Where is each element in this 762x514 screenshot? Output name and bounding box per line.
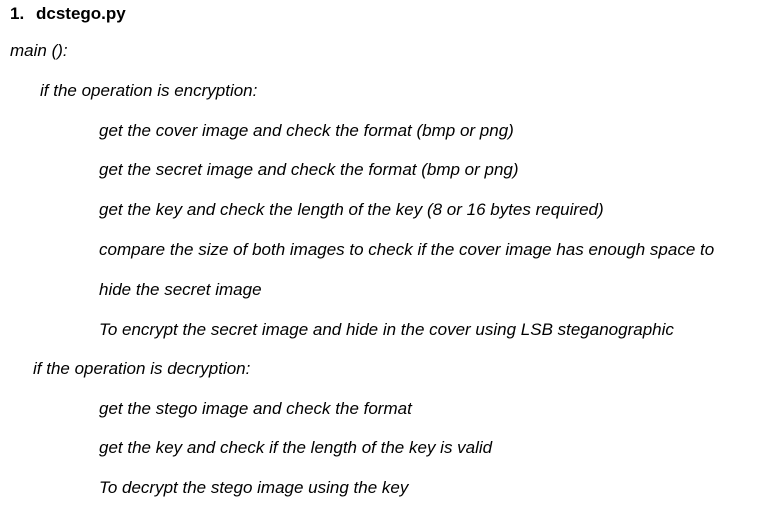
decryption-step-3: To decrypt the stego image using the key bbox=[99, 478, 409, 497]
encryption-step-2: get the secret image and check the forma… bbox=[99, 160, 519, 179]
encryption-step-4-continued: hide the secret image bbox=[99, 280, 262, 299]
section-heading: 1. dcstego.py bbox=[10, 4, 126, 24]
encryption-step-4: compare the size of both images to check… bbox=[99, 240, 715, 259]
main-function-line: main (): bbox=[10, 41, 68, 60]
section-number: 1. bbox=[10, 4, 25, 23]
encryption-condition-line: if the operation is encryption: bbox=[40, 81, 258, 100]
encryption-step-1: get the cover image and check the format… bbox=[99, 121, 514, 140]
section-title: dcstego.py bbox=[36, 4, 126, 23]
document-page: 1. dcstego.py main (): if the operation i… bbox=[0, 0, 762, 514]
encryption-step-5: To encrypt the secret image and hide in … bbox=[99, 320, 674, 339]
encryption-step-3: get the key and check the length of the … bbox=[99, 200, 604, 219]
decryption-condition-line: if the operation is decryption: bbox=[33, 359, 251, 378]
decryption-step-2: get the key and check if the length of t… bbox=[99, 438, 493, 457]
decryption-step-1: get the stego image and check the format bbox=[99, 399, 412, 418]
